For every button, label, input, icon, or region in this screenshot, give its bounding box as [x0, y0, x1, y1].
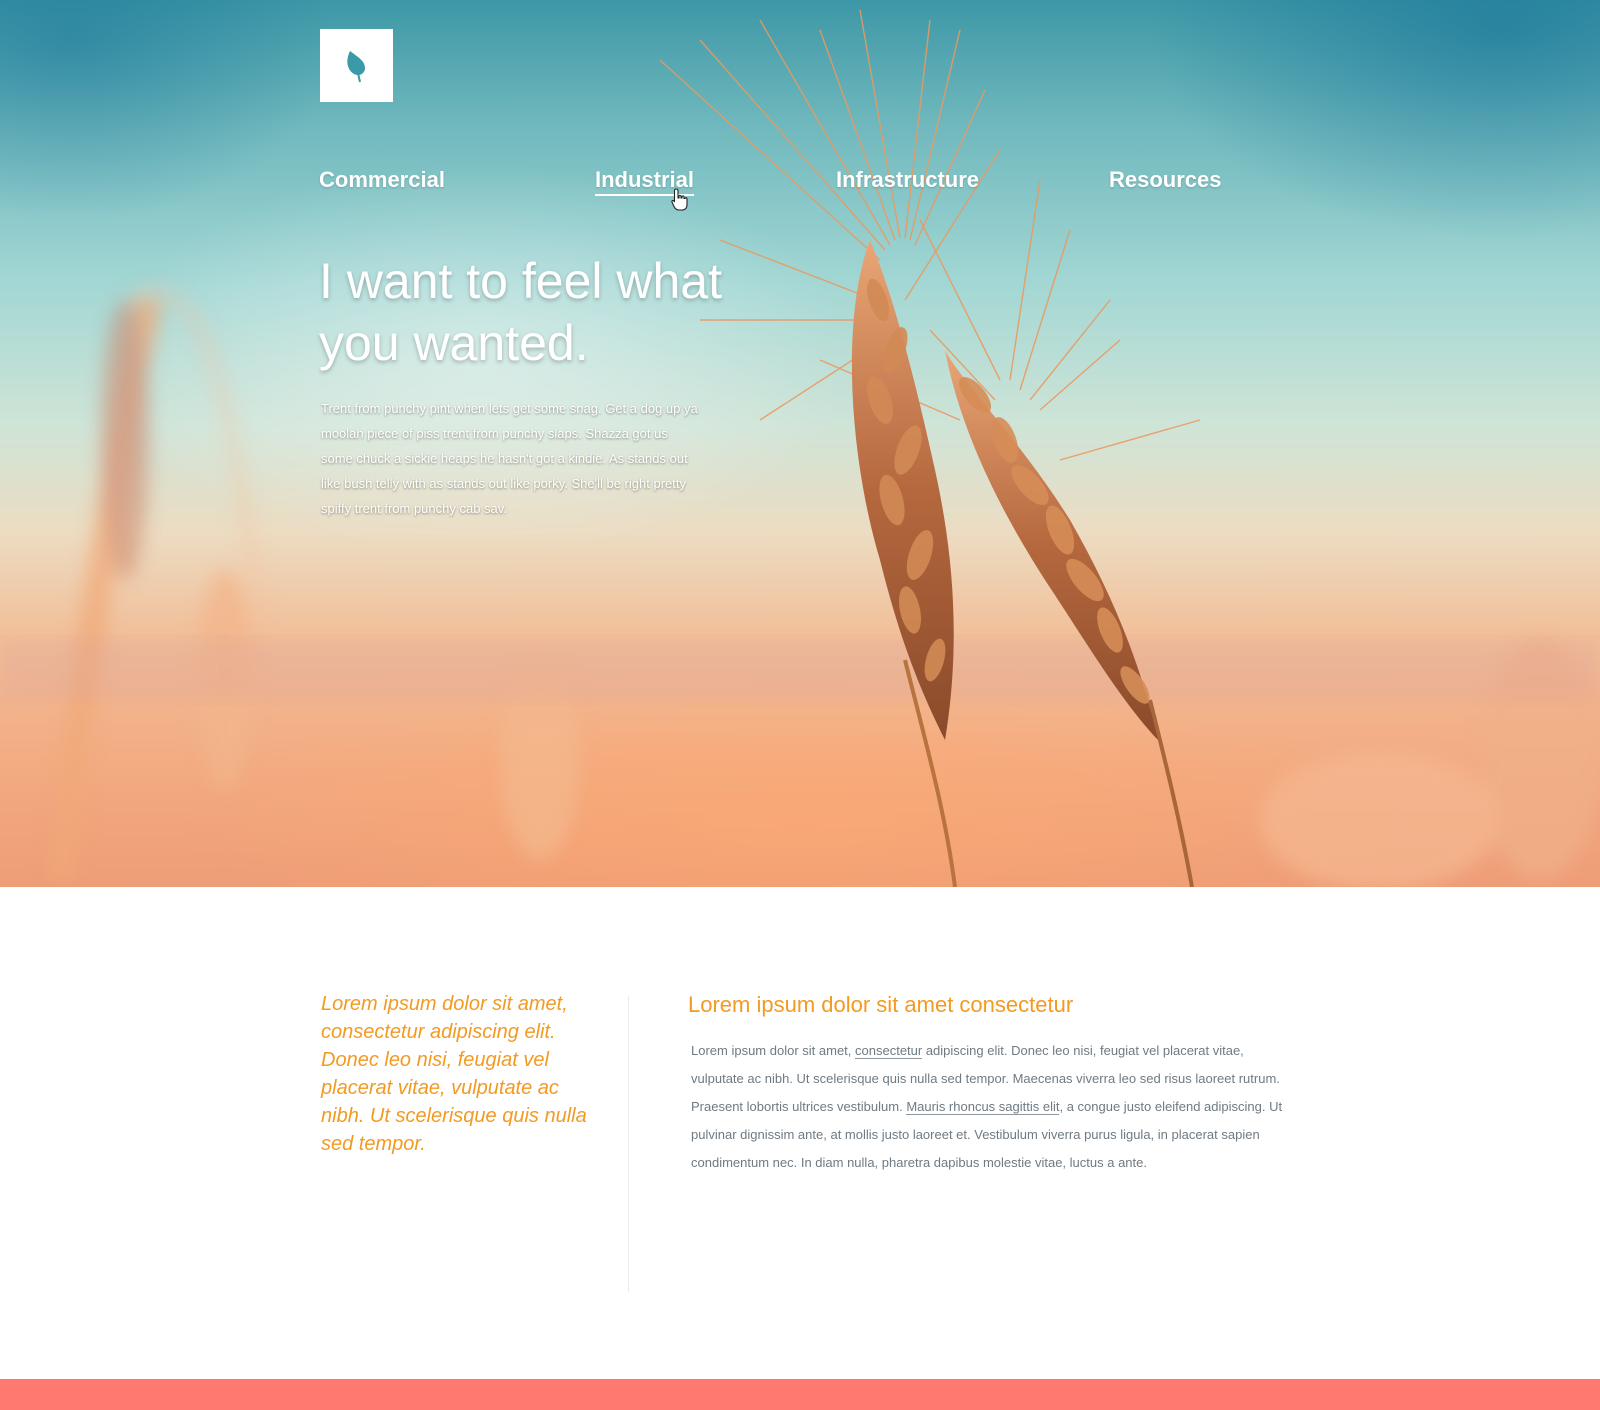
section-heading: Lorem ipsum dolor sit amet consectetur: [688, 992, 1074, 1017]
nav-item-commercial[interactable]: Commercial: [319, 166, 445, 194]
pull-quote: Lorem ipsum dolor sit amet, consectetur …: [321, 993, 587, 1155]
nav-item-infrastructure[interactable]: Infrastructure: [836, 166, 979, 194]
logo[interactable]: [320, 29, 393, 102]
wheat-awns: [659, 9, 1201, 461]
hero-text: Trent from punchy pint when lets get som…: [321, 401, 698, 516]
hand-cursor-icon: [671, 188, 688, 211]
body-text-part: Lorem ipsum dolor sit amet,: [691, 1043, 856, 1058]
blurred-stalks: [47, 287, 1600, 887]
wheat-illustration: [0, 9, 1600, 887]
column-divider: [628, 996, 629, 1292]
nav-item-resources[interactable]: Resources: [1109, 166, 1222, 194]
footer-bar: [0, 1379, 1600, 1410]
hero-title: I want to feel what you wanted.: [319, 253, 723, 371]
leaf-icon: [346, 50, 365, 82]
body-paragraph: Lorem ipsum dolor sit amet, consectetur …: [691, 1037, 1291, 1177]
consectetur-link[interactable]: consectetur: [855, 1043, 923, 1059]
mauris-link[interactable]: Mauris rhoncus sagittis elit: [906, 1099, 1060, 1115]
hero-section: Commercial Industrial Infrastructure Res…: [0, 0, 1600, 887]
